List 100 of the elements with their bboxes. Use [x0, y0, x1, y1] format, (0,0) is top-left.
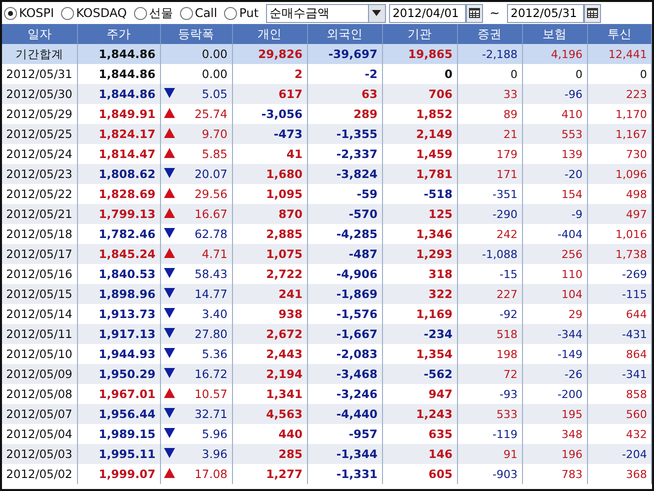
net-amount-cell: 518 [457, 324, 522, 344]
net-amount-cell: -3,824 [307, 164, 382, 184]
net-amount-cell: 1,680 [232, 164, 307, 184]
net-amount-cell: 12,441 [587, 44, 652, 64]
calendar-button[interactable] [466, 4, 483, 22]
column-header[interactable]: 외국인 [307, 24, 382, 44]
column-header[interactable]: 개인 [232, 24, 307, 44]
net-amount-cell: 125 [382, 204, 457, 224]
column-header[interactable]: 투신 [587, 24, 652, 44]
net-amount-cell: 322 [382, 284, 457, 304]
price-cell: 1,950.29 [77, 364, 160, 384]
net-amount-cell: 2,194 [232, 364, 307, 384]
date-cell: 2012/05/21 [2, 204, 77, 224]
net-amount-cell: 223 [587, 84, 652, 104]
net-amount-cell: 1,738 [587, 244, 652, 264]
market-radio[interactable]: Call [180, 6, 218, 20]
net-amount-cell: -570 [307, 204, 382, 224]
change-value: 3.96 [202, 447, 228, 461]
date-range-separator: ~ [488, 6, 501, 20]
net-amount-cell: -9 [522, 204, 587, 224]
net-amount-cell: 171 [457, 164, 522, 184]
price-cell: 1,956.44 [77, 404, 160, 424]
net-amount-cell: -431 [587, 324, 652, 344]
net-amount-cell: -3,468 [307, 364, 382, 384]
change-value: 0.00 [202, 47, 228, 61]
net-amount-cell: 497 [587, 204, 652, 224]
net-amount-cell: 1,277 [232, 464, 307, 484]
column-header[interactable]: 일자 [2, 24, 77, 44]
net-amount-cell: 21 [457, 124, 522, 144]
date-cell: 2012/05/02 [2, 464, 77, 484]
column-header[interactable]: 증권 [457, 24, 522, 44]
measure-dropdown[interactable]: 순매수금액 [266, 4, 386, 22]
date-cell: 기간합계 [2, 44, 77, 64]
net-amount-cell: -1,088 [457, 244, 522, 264]
net-amount-cell: 2,672 [232, 324, 307, 344]
net-amount-cell: -2,188 [457, 44, 522, 64]
net-amount-cell: -1,869 [307, 284, 382, 304]
change-value: 29.56 [194, 187, 228, 201]
price-cell: 1,999.07 [77, 464, 160, 484]
price-cell: 1,845.24 [77, 244, 160, 264]
end-date-field[interactable]: 2012/05/31 [506, 4, 584, 22]
net-amount-cell: -204 [587, 444, 652, 464]
net-amount-cell: 617 [232, 84, 307, 104]
calendar-button[interactable] [584, 4, 601, 22]
price-cell: 1,824.17 [77, 124, 160, 144]
column-header[interactable]: 기관 [382, 24, 457, 44]
net-amount-cell: 783 [522, 464, 587, 484]
net-amount-cell: 241 [232, 284, 307, 304]
price-cell: 1,995.11 [77, 444, 160, 464]
date-cell: 2012/05/15 [2, 284, 77, 304]
date-cell: 2012/05/23 [2, 164, 77, 184]
net-amount-cell: 227 [457, 284, 522, 304]
change-value: 10.57 [194, 387, 228, 401]
net-amount-cell: -1,355 [307, 124, 382, 144]
change-value: 16.72 [194, 367, 228, 381]
date-cell: 2012/05/07 [2, 404, 77, 424]
market-radio[interactable]: KOSPI [4, 6, 54, 20]
net-amount-cell: 256 [522, 244, 587, 264]
price-cell: 1,844.86 [77, 44, 160, 64]
change-value: 4.71 [202, 247, 228, 261]
net-amount-cell: -39,697 [307, 44, 382, 64]
net-amount-cell: 33 [457, 84, 522, 104]
net-amount-cell: -234 [382, 324, 457, 344]
net-amount-cell: 533 [457, 404, 522, 424]
net-amount-cell: 72 [457, 364, 522, 384]
change-value: 27.80 [194, 327, 228, 341]
change-value: 62.78 [194, 227, 228, 241]
net-amount-cell: -562 [382, 364, 457, 384]
market-radio[interactable]: 선물 [134, 4, 173, 22]
date-cell: 2012/05/09 [2, 364, 77, 384]
change-value: 17.08 [194, 467, 228, 481]
change-value: 3.40 [202, 307, 228, 321]
market-radio[interactable]: KOSDAQ [61, 6, 127, 20]
net-amount-cell: 196 [522, 444, 587, 464]
start-date-field[interactable]: 2012/04/01 [388, 4, 466, 22]
column-header[interactable]: 보험 [522, 24, 587, 44]
change-value: 9.70 [202, 127, 228, 141]
price-cell: 1,917.13 [77, 324, 160, 344]
net-amount-cell: -344 [522, 324, 587, 344]
net-amount-cell: 91 [457, 444, 522, 464]
net-amount-cell: 1,293 [382, 244, 457, 264]
price-cell: 1,898.96 [77, 284, 160, 304]
net-amount-cell: 2,149 [382, 124, 457, 144]
change-value: 58.43 [194, 267, 228, 281]
net-amount-cell: -96 [522, 84, 587, 104]
market-radio[interactable]: Put [224, 6, 259, 20]
net-amount-cell: 195 [522, 404, 587, 424]
date-cell: 2012/05/25 [2, 124, 77, 144]
net-amount-cell: -1,344 [307, 444, 382, 464]
calendar-icon [586, 8, 598, 18]
change-value: 32.71 [194, 407, 228, 421]
net-amount-cell: 146 [382, 444, 457, 464]
change-value: 5.85 [202, 147, 228, 161]
change-value: 5.36 [202, 347, 228, 361]
net-amount-cell: -1,331 [307, 464, 382, 484]
column-header[interactable]: 등락폭 [160, 24, 232, 44]
price-cell: 1,808.62 [77, 164, 160, 184]
net-amount-cell: 63 [307, 84, 382, 104]
column-header[interactable]: 주가 [77, 24, 160, 44]
net-amount-cell: -473 [232, 124, 307, 144]
